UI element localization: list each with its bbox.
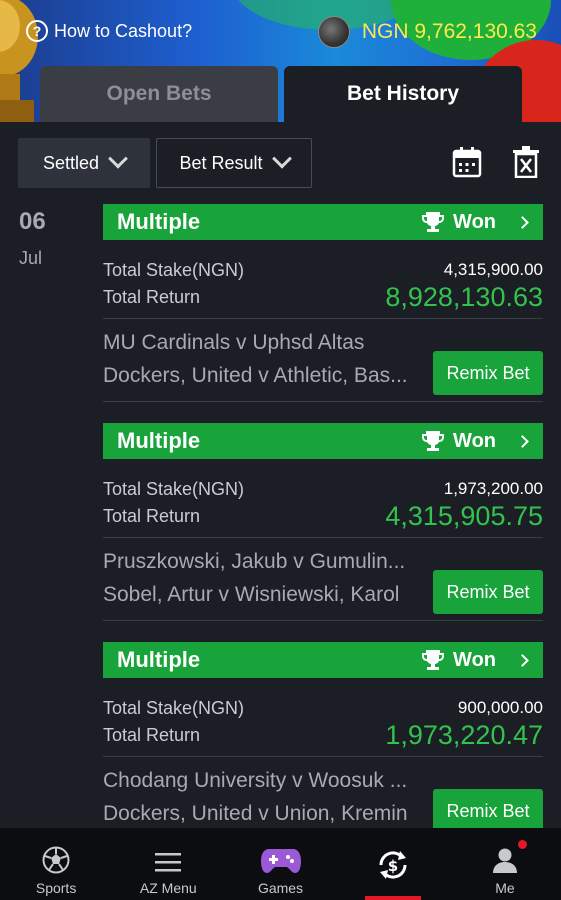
- bet-result-dropdown-label: Bet Result: [179, 152, 263, 173]
- divider: [103, 401, 543, 402]
- stake-label: Total Stake(NGN): [103, 697, 245, 718]
- tab-bet-history[interactable]: Bet History: [284, 66, 522, 122]
- stake-row: Total Stake(NGN) 1,973,200.00: [103, 477, 543, 501]
- nav-item-me[interactable]: Me: [449, 828, 561, 900]
- chevron-right-icon: [516, 653, 529, 667]
- status-label: Won: [453, 648, 496, 671]
- bet-events[interactable]: Pruszkowski, Jakub v Gumulin... Sobel, A…: [103, 538, 543, 620]
- bet-card-header[interactable]: Multiple Won: [103, 204, 543, 240]
- trash-icon[interactable]: [512, 146, 540, 178]
- bet-card: Multiple Won Total Stake(NGN) 4,315,900.…: [103, 204, 543, 402]
- chevron-down-icon: [108, 148, 128, 169]
- avatar[interactable]: [317, 16, 350, 48]
- soccer-ball-icon: [42, 846, 70, 874]
- menu-icon: [155, 853, 182, 872]
- bet-events[interactable]: MU Cardinals v Uphsd Altas Dockers, Unit…: [103, 319, 543, 401]
- return-row: Total Return 8,928,130.63: [103, 282, 543, 312]
- return-row: Total Return 4,315,905.75: [103, 501, 543, 531]
- bet-result-dropdown[interactable]: Bet Result: [156, 138, 312, 188]
- event-name: Dockers, United v Athletic, Bas...: [103, 364, 408, 387]
- top-banner: ? How to Cashout? NGN 9,762,130.63 Open …: [0, 0, 561, 122]
- nav-label: Me: [495, 880, 515, 896]
- bet-card: Multiple Won Total Stake(NGN) 1,973,200.…: [103, 423, 543, 621]
- settled-dropdown[interactable]: Settled: [18, 138, 150, 188]
- user-icon: [492, 848, 517, 873]
- nav-item-sports[interactable]: Sports: [0, 828, 112, 900]
- status-badge: Won: [421, 649, 529, 672]
- return-label: Total Return: [103, 286, 201, 307]
- trophy-icon: [422, 650, 445, 670]
- nav-label: AZ Menu: [139, 880, 197, 896]
- settled-dropdown-label: Settled: [42, 152, 100, 173]
- divider: [103, 620, 543, 621]
- bet-card-header[interactable]: Multiple Won: [103, 642, 543, 678]
- svg-text:$: $: [387, 857, 397, 875]
- return-value: 4,315,905.75: [385, 500, 543, 531]
- account-balance[interactable]: NGN 9,762,130.63: [317, 16, 537, 48]
- nav-label: Sports: [35, 880, 77, 896]
- filter-bar: Settled Bet Result: [18, 138, 543, 188]
- remix-bet-button[interactable]: Remix Bet: [433, 570, 543, 614]
- event-name: Chodang University v Woosuk ...: [103, 769, 408, 792]
- stake-value: 4,315,900.00: [443, 260, 543, 279]
- bet-type: Multiple: [117, 647, 201, 672]
- notification-dot: [518, 840, 528, 849]
- how-to-cashout-link[interactable]: ? How to Cashout?: [26, 20, 192, 42]
- cashout-icon: $: [379, 851, 407, 879]
- remix-bet-button[interactable]: Remix Bet: [433, 789, 543, 833]
- event-name: Dockers, United v Union, Kremin: [103, 802, 408, 825]
- chevron-right-icon: [516, 434, 529, 448]
- trophy-icon: [422, 212, 445, 232]
- nav-label: Games: [257, 880, 304, 896]
- stake-label: Total Stake(NGN): [103, 478, 245, 499]
- bet-type: Multiple: [117, 428, 201, 453]
- bottom-nav: Sports AZ Menu Games $ Me: [0, 828, 561, 900]
- status-badge: Won: [421, 211, 529, 234]
- nav-item-games[interactable]: Games: [224, 828, 336, 900]
- tab-open-bets[interactable]: Open Bets: [40, 66, 278, 122]
- chevron-right-icon: [516, 215, 529, 229]
- return-value: 1,973,220.47: [385, 719, 543, 750]
- trophy-icon: [422, 431, 445, 451]
- stake-value: 1,973,200.00: [443, 479, 543, 498]
- stake-row: Total Stake(NGN) 4,315,900.00: [103, 258, 543, 282]
- stake-label: Total Stake(NGN): [103, 259, 245, 280]
- gamepad-icon: [260, 849, 301, 873]
- help-icon: ?: [26, 20, 48, 42]
- date-month: Jul: [19, 248, 43, 268]
- trophy-icon: [0, 0, 38, 122]
- balance-amount: NGN 9,762,130.63: [361, 20, 537, 43]
- date-day: 06: [19, 208, 46, 235]
- event-name: Sobel, Artur v Wisniewski, Karol: [103, 583, 400, 606]
- how-to-cashout-label: How to Cashout?: [54, 20, 193, 41]
- event-name: MU Cardinals v Uphsd Altas: [103, 331, 365, 354]
- bet-tabs: Open Bets Bet History: [40, 66, 522, 122]
- status-badge: Won: [421, 430, 529, 453]
- status-label: Won: [453, 210, 496, 233]
- remix-bet-button[interactable]: Remix Bet: [433, 351, 543, 395]
- bet-type: Multiple: [117, 209, 201, 234]
- event-name: Pruszkowski, Jakub v Gumulin...: [103, 550, 406, 573]
- bet-events[interactable]: Chodang University v Woosuk ... Dockers,…: [103, 757, 543, 839]
- bet-card: Multiple Won Total Stake(NGN) 900,000.00…: [103, 642, 543, 839]
- return-label: Total Return: [103, 724, 201, 745]
- stake-row: Total Stake(NGN) 900,000.00: [103, 696, 543, 720]
- return-value: 8,928,130.63: [385, 281, 543, 312]
- status-label: Won: [453, 429, 496, 452]
- return-label: Total Return: [103, 505, 201, 526]
- stake-value: 900,000.00: [457, 698, 543, 717]
- chevron-down-icon: [271, 148, 292, 169]
- nav-item-cashout[interactable]: $: [337, 828, 449, 900]
- calendar-icon[interactable]: [452, 146, 482, 178]
- nav-item-az-menu[interactable]: AZ Menu: [112, 828, 224, 900]
- bet-card-header[interactable]: Multiple Won: [103, 423, 543, 459]
- return-row: Total Return 1,973,220.47: [103, 720, 543, 750]
